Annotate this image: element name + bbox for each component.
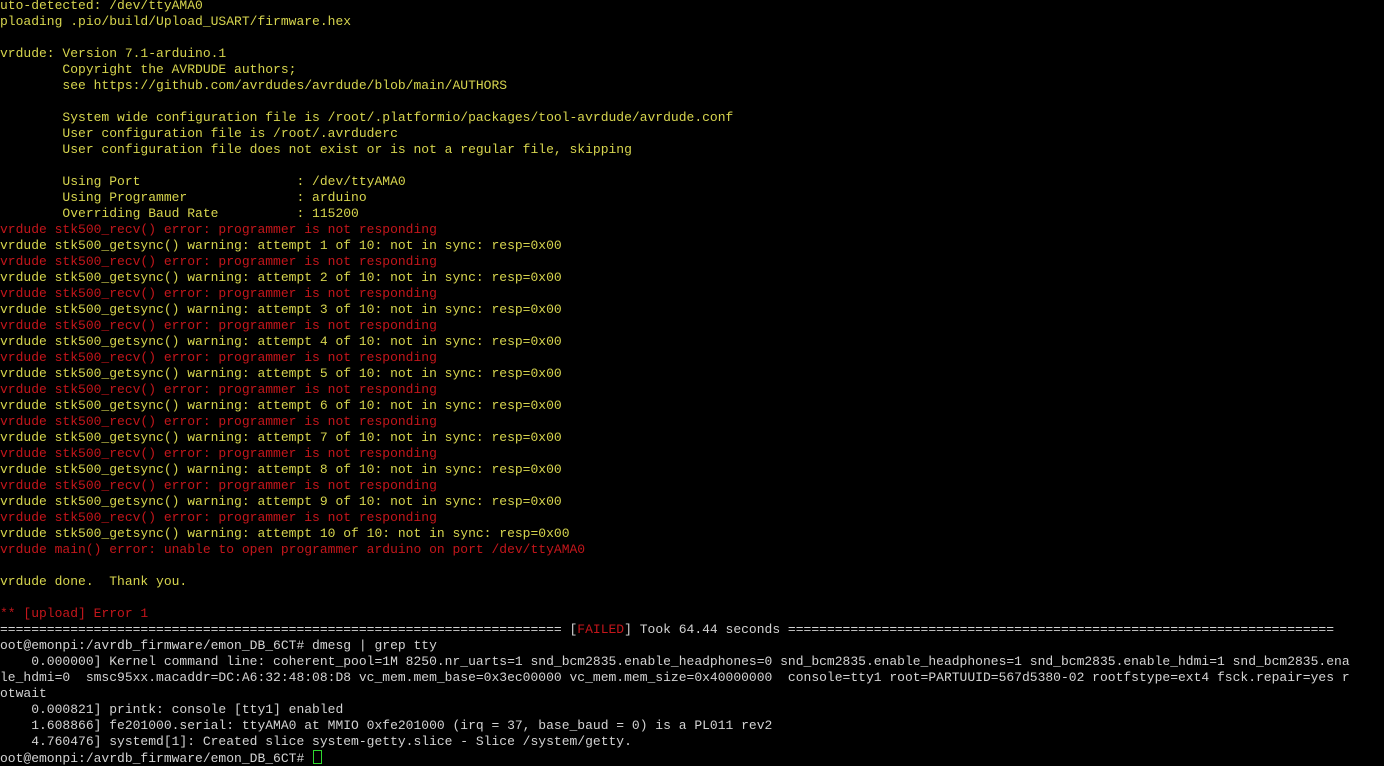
terminal-line: vrdude done. Thank you. (0, 574, 1384, 590)
terminal-text: 0.000000] Kernel command line: coherent_… (0, 654, 1350, 669)
terminal-line: vrdude stk500_recv() error: programmer i… (0, 318, 1384, 334)
terminal-text: User configuration file does not exist o… (0, 142, 632, 157)
terminal-text: vrdude stk500_recv() error: programmer i… (0, 478, 437, 493)
terminal-text: uto-detected: /dev/ttyAMA0 (0, 0, 203, 13)
terminal-text: vrdude stk500_getsync() warning: attempt… (0, 398, 562, 413)
terminal-text: vrdude stk500_getsync() warning: attempt… (0, 302, 562, 317)
terminal-line: Using Port : /dev/ttyAMA0 (0, 174, 1384, 190)
terminal-text: le_hdmi=0 smsc95xx.macaddr=DC:A6:32:48:0… (0, 670, 1350, 685)
terminal-output: uto-detected: /dev/ttyAMA0 ploading .pio/… (0, 0, 1384, 766)
terminal-window[interactable]: uto-detected: /dev/ttyAMA0 ploading .pio/… (0, 0, 1384, 766)
terminal-line: vrdude stk500_getsync() warning: attempt… (0, 462, 1384, 478)
terminal-text: vrdude stk500_getsync() warning: attempt… (0, 526, 570, 541)
terminal-line: le_hdmi=0 smsc95xx.macaddr=DC:A6:32:48:0… (0, 670, 1384, 686)
terminal-text: vrdude stk500_recv() error: programmer i… (0, 254, 437, 269)
terminal-line: Using Programmer : arduino (0, 190, 1384, 206)
terminal-line: vrdude stk500_getsync() warning: attempt… (0, 494, 1384, 510)
terminal-text: ========================================… (0, 622, 578, 637)
terminal-text: vrdude stk500_getsync() warning: attempt… (0, 334, 562, 349)
terminal-line: User configuration file is /root/.avrdud… (0, 126, 1384, 142)
terminal-line: vrdude stk500_getsync() warning: attempt… (0, 270, 1384, 286)
terminal-text: User configuration file is /root/.avrdud… (0, 126, 398, 141)
terminal-text: oot@emonpi:/avrdb_firmware/emon_DB_6CT# (0, 751, 313, 766)
terminal-line: vrdude stk500_recv() error: programmer i… (0, 414, 1384, 430)
terminal-line: vrdude stk500_recv() error: programmer i… (0, 446, 1384, 462)
terminal-line: vrdude stk500_recv() error: programmer i… (0, 478, 1384, 494)
terminal-text: vrdude stk500_recv() error: programmer i… (0, 510, 437, 525)
terminal-line: vrdude stk500_getsync() warning: attempt… (0, 366, 1384, 382)
terminal-text: oot@emonpi:/avrdb_firmware/emon_DB_6CT# … (0, 638, 437, 653)
terminal-text: Overriding Baud Rate : 115200 (0, 206, 359, 221)
terminal-text: Using Port : /dev/ttyAMA0 (0, 174, 406, 189)
terminal-text: otwait (0, 686, 47, 701)
terminal-line: ========================================… (0, 622, 1384, 638)
terminal-line: ploading .pio/build/Upload_USART/firmwar… (0, 14, 1384, 30)
terminal-text: vrdude stk500_recv() error: programmer i… (0, 446, 437, 461)
terminal-text: ploading .pio/build/Upload_USART/firmwar… (0, 14, 352, 29)
terminal-text: vrdude stk500_getsync() warning: attempt… (0, 270, 562, 285)
terminal-line: vrdude: Version 7.1-arduino.1 (0, 46, 1384, 62)
terminal-line: vrdude stk500_getsync() warning: attempt… (0, 238, 1384, 254)
terminal-text: vrdude stk500_getsync() warning: attempt… (0, 494, 562, 509)
terminal-line: Overriding Baud Rate : 115200 (0, 206, 1384, 222)
terminal-text: vrdude stk500_getsync() warning: attempt… (0, 366, 562, 381)
terminal-line: vrdude stk500_recv() error: programmer i… (0, 350, 1384, 366)
terminal-line: vrdude stk500_getsync() warning: attempt… (0, 526, 1384, 542)
terminal-text: vrdude stk500_getsync() warning: attempt… (0, 430, 562, 445)
terminal-text: vrdude: Version 7.1-arduino.1 (0, 46, 227, 61)
terminal-line: Copyright the AVRDUDE authors; (0, 62, 1384, 78)
terminal-text: 0.000821] printk: console [tty1] enabled (0, 702, 344, 717)
terminal-text: ] Took 64.44 seconds ===================… (624, 622, 1335, 637)
terminal-line: 1.608866] fe201000.serial: ttyAMA0 at MM… (0, 718, 1384, 734)
terminal-line: 0.000000] Kernel command line: coherent_… (0, 654, 1384, 670)
terminal-text: vrdude stk500_recv() error: programmer i… (0, 222, 437, 237)
terminal-text: vrdude done. Thank you. (0, 574, 188, 589)
terminal-line: uto-detected: /dev/ttyAMA0 (0, 0, 1384, 14)
terminal-text: vrdude stk500_recv() error: programmer i… (0, 414, 437, 429)
terminal-line: vrdude stk500_recv() error: programmer i… (0, 510, 1384, 526)
terminal-text: Using Programmer : arduino (0, 190, 367, 205)
terminal-line: oot@emonpi:/avrdb_firmware/emon_DB_6CT# … (0, 638, 1384, 654)
terminal-line: 4.760476] systemd[1]: Created slice syst… (0, 734, 1384, 750)
terminal-line: ** [upload] Error 1 (0, 606, 1384, 622)
terminal-text: FAILED (577, 622, 625, 637)
terminal-line: vrdude main() error: unable to open prog… (0, 542, 1384, 558)
terminal-text: Copyright the AVRDUDE authors; (0, 62, 297, 77)
terminal-line: oot@emonpi:/avrdb_firmware/emon_DB_6CT# (0, 750, 1384, 766)
terminal-text: vrdude stk500_recv() error: programmer i… (0, 318, 437, 333)
terminal-text: System wide configuration file is /root/… (0, 110, 734, 125)
terminal-text: see https://github.com/avrdudes/avrdude/… (0, 78, 508, 93)
terminal-line: vrdude stk500_getsync() warning: attempt… (0, 334, 1384, 350)
terminal-line: User configuration file does not exist o… (0, 142, 1384, 158)
terminal-line: vrdude stk500_getsync() warning: attempt… (0, 430, 1384, 446)
terminal-line: 0.000821] printk: console [tty1] enabled (0, 702, 1384, 718)
terminal-line: vrdude stk500_getsync() warning: attempt… (0, 398, 1384, 414)
terminal-text: vrdude stk500_recv() error: programmer i… (0, 382, 437, 397)
terminal-text: vrdude stk500_recv() error: programmer i… (0, 350, 437, 365)
terminal-text: vrdude stk500_getsync() warning: attempt… (0, 238, 562, 253)
terminal-text: vrdude stk500_recv() error: programmer i… (0, 286, 437, 301)
terminal-line: vrdude stk500_recv() error: programmer i… (0, 254, 1384, 270)
terminal-line: System wide configuration file is /root/… (0, 110, 1384, 126)
terminal-line: vrdude stk500_getsync() warning: attempt… (0, 302, 1384, 318)
terminal-text: 1.608866] fe201000.serial: ttyAMA0 at MM… (0, 718, 773, 733)
terminal-text: vrdude stk500_getsync() warning: attempt… (0, 462, 562, 477)
terminal-line: otwait (0, 686, 1384, 702)
terminal-cursor (313, 750, 323, 764)
terminal-line: vrdude stk500_recv() error: programmer i… (0, 382, 1384, 398)
terminal-line: see https://github.com/avrdudes/avrdude/… (0, 78, 1384, 94)
terminal-line: vrdude stk500_recv() error: programmer i… (0, 286, 1384, 302)
terminal-text: vrdude main() error: unable to open prog… (0, 542, 586, 557)
terminal-text: 4.760476] systemd[1]: Created slice syst… (0, 734, 632, 749)
terminal-line: vrdude stk500_recv() error: programmer i… (0, 222, 1384, 238)
terminal-text: ** [upload] Error 1 (0, 606, 149, 621)
